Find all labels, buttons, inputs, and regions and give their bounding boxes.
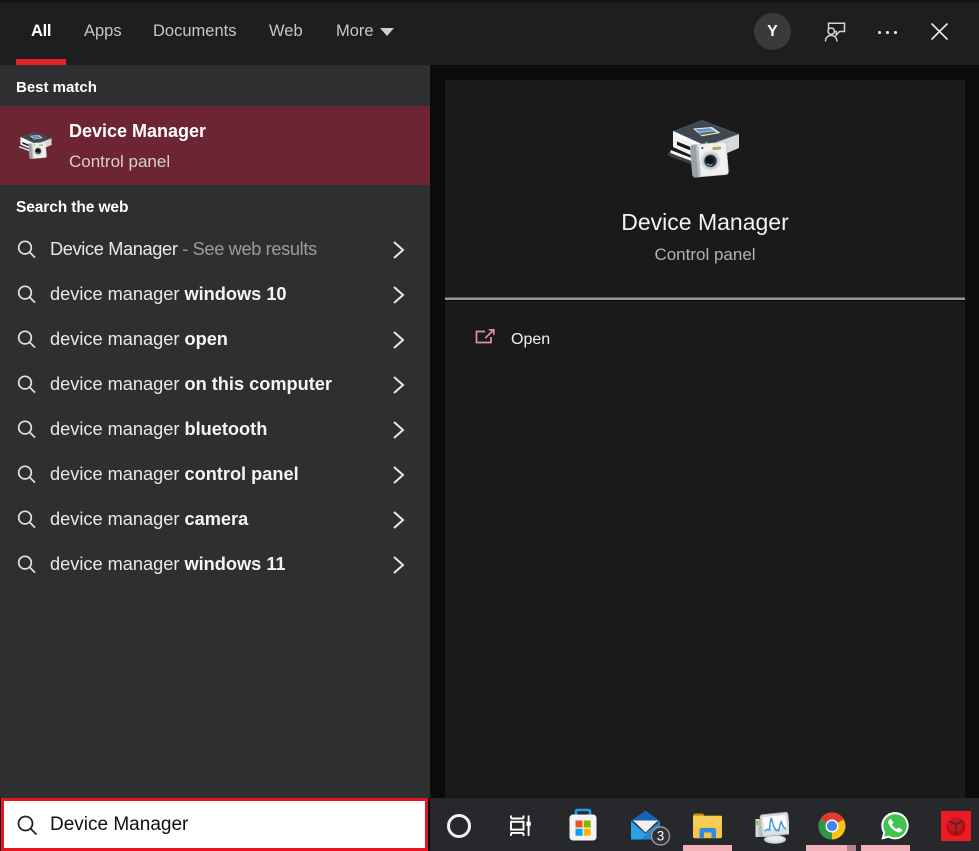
svg-text:3: 3: [657, 829, 665, 844]
